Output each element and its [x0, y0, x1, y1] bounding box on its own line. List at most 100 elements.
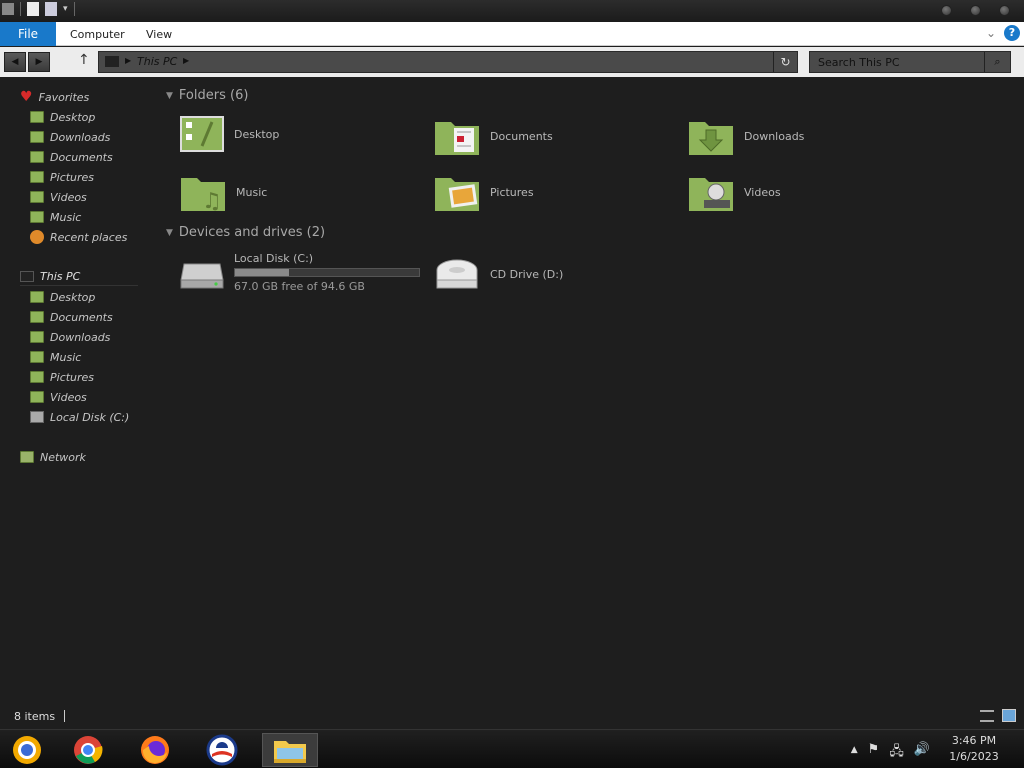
sidebar-item-music[interactable]: Music: [30, 208, 81, 226]
sidebar-item-label: Music: [50, 350, 82, 364]
sidebar-item-label: Recent places: [50, 230, 128, 244]
taskbar: ▲ ⚑ 🖧 🔊 3:46 PM 1/6/2023: [0, 729, 1024, 768]
sidebar-item-label: This PC: [40, 270, 81, 283]
sidebar-item-videos[interactable]: Videos: [30, 188, 87, 206]
group-header-folders[interactable]: ▼ Folders (6): [166, 88, 248, 103]
minimize-button[interactable]: [941, 5, 952, 16]
downloads-folder-icon: [30, 331, 44, 343]
search-icon[interactable]: ⌕: [984, 52, 1010, 72]
window-controls: [941, 5, 1010, 16]
chevron-right-icon[interactable]: ▶: [183, 56, 189, 65]
documents-folder-icon: [30, 311, 44, 323]
up-button[interactable]: ↑: [78, 52, 90, 68]
item-count: 8 items: [14, 710, 56, 723]
details-view-icon[interactable]: [980, 710, 994, 722]
documents-folder-icon: [30, 151, 44, 163]
maximize-button[interactable]: [970, 5, 981, 16]
folder-label: Videos: [744, 185, 781, 199]
sidebar-item-this-pc[interactable]: This PC: [20, 268, 138, 286]
desktop-icon: [30, 291, 44, 303]
chevron-down-icon[interactable]: ⌄: [986, 26, 996, 40]
chrome-canary-icon: [13, 736, 41, 764]
sidebar-item-label: Pictures: [50, 170, 95, 184]
volume-icon[interactable]: 🔊: [914, 742, 930, 764]
taskbar-app-file-explorer[interactable]: [262, 733, 318, 767]
sidebar-item-downloads[interactable]: Downloads: [30, 328, 110, 346]
folder-tile-pictures[interactable]: Pictures: [434, 172, 534, 212]
folder-tile-videos[interactable]: Videos: [688, 172, 781, 212]
drive-usage-bar: [234, 268, 420, 277]
drive-tile-local-disk[interactable]: Local Disk (C:) 67.0 GB free of 94.6 GB: [180, 252, 420, 293]
sidebar-item-desktop[interactable]: Desktop: [30, 108, 95, 126]
tab-computer[interactable]: Computer: [70, 22, 125, 46]
breadcrumb[interactable]: This PC: [137, 55, 177, 68]
chevron-down-icon[interactable]: ▾: [63, 4, 68, 14]
videos-folder-icon: [689, 178, 733, 211]
search-box[interactable]: Search This PC ⌕: [809, 51, 1011, 73]
navigation-bar: ◀ ▶ ↑ ▶ This PC ▶ ↻ Search This PC ⌕: [0, 47, 1024, 77]
sidebar-item-label: Network: [40, 450, 86, 464]
sidebar-item-local-disk[interactable]: Local Disk (C:): [30, 408, 129, 426]
folder-tile-downloads[interactable]: Downloads: [688, 116, 804, 156]
refresh-button[interactable]: ↻: [773, 52, 797, 72]
taskbar-clock[interactable]: 3:46 PM 1/6/2023: [944, 733, 1004, 765]
sidebar-item-videos[interactable]: Videos: [30, 388, 87, 406]
taskbar-app-firefox[interactable]: [133, 733, 177, 767]
music-folder-icon: [30, 351, 44, 363]
sidebar-item-documents[interactable]: Documents: [30, 148, 113, 166]
new-folder-icon[interactable]: [45, 2, 57, 16]
downloads-folder-icon: [689, 122, 733, 155]
taskbar-app-chrome-canary[interactable]: [5, 733, 49, 767]
drive-label: CD Drive (D:): [490, 267, 564, 281]
taskbar-app-obama[interactable]: [200, 733, 244, 767]
sidebar-item-downloads[interactable]: Downloads: [30, 128, 110, 146]
sidebar-item-label: Pictures: [50, 370, 95, 384]
help-button[interactable]: ?: [1004, 25, 1020, 41]
folder-tile-documents[interactable]: Documents: [434, 116, 553, 156]
sidebar-item-network[interactable]: Network: [20, 448, 86, 466]
sidebar-item-recent-places[interactable]: Recent places: [30, 228, 127, 246]
sidebar-item-label: Downloads: [50, 130, 111, 144]
action-center-flag-icon[interactable]: ⚑: [868, 742, 880, 764]
ribbon: File Computer View ⌄ ?: [0, 22, 1024, 46]
system-tray: ▲ ⚑ 🖧 🔊: [851, 742, 930, 764]
documents-folder-icon: [435, 122, 479, 155]
close-button[interactable]: [999, 5, 1010, 16]
properties-icon[interactable]: [27, 2, 39, 16]
group-header-label: Folders (6): [178, 88, 249, 103]
sidebar-item-label: Videos: [50, 390, 87, 404]
drive-tile-cd-drive[interactable]: CD Drive (D:): [434, 256, 563, 292]
system-menu-icon[interactable]: [2, 3, 14, 15]
chevron-down-icon[interactable]: ▼: [166, 228, 173, 238]
folder-label: Pictures: [490, 185, 534, 199]
divider: [73, 2, 75, 16]
sidebar-item-documents[interactable]: Documents: [30, 308, 113, 326]
large-icons-view-icon[interactable]: [1002, 709, 1016, 722]
network-status-icon[interactable]: 🖧: [889, 742, 904, 764]
chevron-up-icon[interactable]: ▲: [851, 742, 858, 764]
sidebar-item-favorites[interactable]: ♥ Favorites: [20, 88, 89, 106]
sidebar-item-pictures[interactable]: Pictures: [30, 168, 94, 186]
taskbar-app-chrome[interactable]: [66, 733, 110, 767]
forward-button[interactable]: ▶: [28, 52, 50, 72]
sidebar-item-label: Music: [50, 210, 82, 224]
clock-time: 3:46 PM: [951, 734, 997, 747]
clock-date: 1/6/2023: [949, 750, 999, 763]
search-input[interactable]: Search This PC: [818, 56, 900, 69]
sidebar-item-pictures[interactable]: Pictures: [30, 368, 94, 386]
navigation-pane: ♥ Favorites Desktop Downloads Documents …: [0, 78, 160, 703]
tab-view[interactable]: View: [146, 22, 172, 46]
folder-tile-music[interactable]: ♫ Music: [180, 172, 267, 212]
group-header-devices[interactable]: ▼ Devices and drives (2): [166, 225, 325, 240]
content-area: ▼ Folders (6) Desktop Documents Download…: [160, 78, 1024, 703]
back-button[interactable]: ◀: [4, 52, 26, 72]
folder-tile-desktop[interactable]: Desktop: [180, 116, 279, 152]
sidebar-item-label: Videos: [50, 190, 87, 204]
chevron-down-icon[interactable]: ▼: [166, 91, 173, 101]
sidebar-item-desktop[interactable]: Desktop: [30, 288, 95, 306]
sidebar-item-music[interactable]: Music: [30, 348, 81, 366]
address-bar[interactable]: ▶ This PC ▶ ↻: [98, 51, 798, 73]
recent-places-icon: [30, 230, 44, 244]
chrome-icon: [74, 736, 103, 764]
file-tab[interactable]: File: [0, 22, 56, 46]
